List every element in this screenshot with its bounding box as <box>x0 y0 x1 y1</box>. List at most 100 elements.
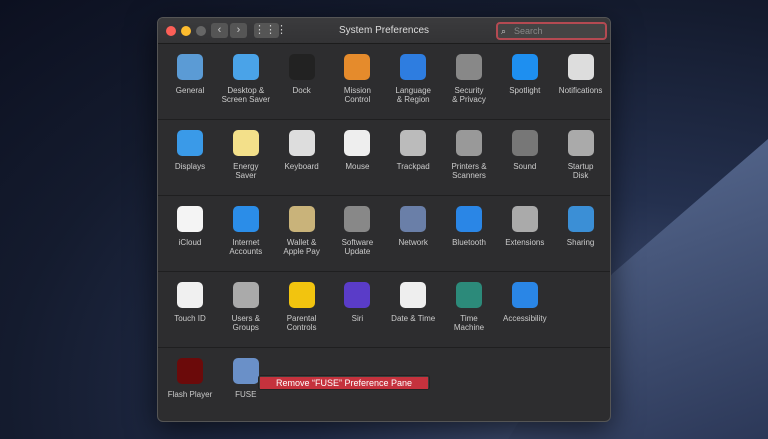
pane-displays[interactable]: Displays <box>162 130 218 171</box>
network-icon <box>400 206 427 232</box>
pane-label: Software Update <box>341 238 374 256</box>
pane-label: Dock <box>292 86 311 95</box>
search-placeholder: Search <box>514 26 543 36</box>
sharing-icon <box>567 206 594 232</box>
pane-time-machine[interactable]: Time Machine <box>441 282 497 332</box>
keyboard-icon <box>288 130 315 156</box>
pane-bluetooth[interactable]: Bluetooth <box>441 206 497 247</box>
pane-printers-scanners[interactable]: Printers & Scanners <box>441 130 497 180</box>
dock-icon <box>288 54 315 80</box>
pane-label: Mission Control <box>343 86 371 104</box>
pane-network[interactable]: Network <box>385 206 441 247</box>
pane-label: iCloud <box>178 238 202 247</box>
security-privacy-icon <box>456 54 482 80</box>
pane-mission-control[interactable]: Mission Control <box>329 54 385 104</box>
pane-label: Security & Privacy <box>452 86 486 104</box>
touch-id-icon <box>177 282 203 308</box>
trackpad-icon <box>400 130 427 156</box>
icloud-icon <box>177 206 203 232</box>
pane-label: Notifications <box>558 86 603 95</box>
startup-disk-icon <box>567 130 594 156</box>
displays-icon <box>177 130 203 156</box>
mouse-icon <box>344 130 371 156</box>
bluetooth-icon <box>456 206 482 232</box>
pane-desktop-screen-saver[interactable]: Desktop & Screen Saver <box>218 54 274 104</box>
pane-label: Displays <box>174 162 206 171</box>
pane-sharing[interactable]: Sharing <box>553 206 609 247</box>
pane-label: Flash Player <box>167 390 213 399</box>
pane-keyboard[interactable]: Keyboard <box>274 130 330 171</box>
users-groups-icon <box>232 282 259 308</box>
system-preferences-window: ‹ › ⋮⋮⋮ System Preferences ⌕ Search Gener… <box>157 17 611 422</box>
pane-label: Trackpad <box>396 162 430 171</box>
pane-label: Time Machine <box>453 314 485 332</box>
pane-label: Accessibility <box>503 314 547 323</box>
title-bar: ‹ › ⋮⋮⋮ System Preferences ⌕ Search <box>158 18 610 44</box>
fuse-icon <box>232 358 259 384</box>
date-time-icon <box>400 282 427 308</box>
pane-energy-saver[interactable]: Energy Saver <box>218 130 274 180</box>
pane-label: Wallet & Apple Pay <box>283 238 320 256</box>
pane-row: Touch ID Users & Groups Parental Controls S… <box>158 272 610 348</box>
pane-notifications[interactable]: Notifications <box>553 54 609 95</box>
siri-icon <box>344 282 371 308</box>
pane-wallet-apple-pay[interactable]: Wallet & Apple Pay <box>274 206 330 256</box>
pane-label: Internet Accounts <box>229 238 263 256</box>
software-update-icon <box>344 206 371 232</box>
pane-label: Language & Region <box>395 86 431 104</box>
time-machine-icon <box>456 282 482 308</box>
search-icon: ⌕ <box>501 26 507 36</box>
notifications-icon <box>567 54 594 80</box>
pane-label: Energy Saver <box>233 162 259 180</box>
pane-label: Sound <box>513 162 537 171</box>
pane-label: Printers & Scanners <box>451 162 487 180</box>
printers-scanners-icon <box>456 130 482 156</box>
pane-dock[interactable]: Dock <box>274 54 330 95</box>
pane-mouse[interactable]: Mouse <box>329 130 385 171</box>
internet-accounts-icon <box>232 206 259 232</box>
pane-row: General Desktop & Screen Saver Dock Mission… <box>158 44 610 120</box>
pane-label: Date & Time <box>391 314 436 323</box>
pane-security-privacy[interactable]: Security & Privacy <box>441 54 497 104</box>
pane-flash-player[interactable]: Flash Player <box>162 358 218 399</box>
general-icon <box>177 54 203 80</box>
search-input[interactable]: ⌕ Search <box>496 22 607 40</box>
pane-language-region[interactable]: Language & Region <box>385 54 441 104</box>
pane-icloud[interactable]: iCloud <box>162 206 218 247</box>
pane-date-time[interactable]: Date & Time <box>385 282 441 323</box>
sound-icon <box>511 130 538 156</box>
pane-parental-controls[interactable]: Parental Controls <box>274 282 330 332</box>
pane-trackpad[interactable]: Trackpad <box>385 130 441 171</box>
spotlight-icon <box>511 54 538 80</box>
pane-label: Siri <box>351 314 364 323</box>
mission-control-icon <box>344 54 371 80</box>
pane-label: Mouse <box>345 162 370 171</box>
pane-internet-accounts[interactable]: Internet Accounts <box>218 206 274 256</box>
accessibility-icon <box>511 282 538 308</box>
remove-pane-menu-item[interactable]: Remove “FUSE” Preference Pane <box>260 377 428 389</box>
context-menu: Remove “FUSE” Preference Pane <box>258 375 430 390</box>
pane-spotlight[interactable]: Spotlight <box>497 54 553 95</box>
energy-saver-icon <box>232 130 259 156</box>
pane-general[interactable]: General <box>162 54 218 95</box>
pane-startup-disk[interactable]: Startup Disk <box>553 130 609 180</box>
pane-label: Network <box>398 238 428 247</box>
pane-accessibility[interactable]: Accessibility <box>497 282 553 323</box>
pane-sound[interactable]: Sound <box>497 130 553 171</box>
pane-label: Parental Controls <box>286 314 317 332</box>
pane-software-update[interactable]: Software Update <box>329 206 385 256</box>
flash-player-icon <box>177 358 203 384</box>
pane-touch-id[interactable]: Touch ID <box>162 282 218 323</box>
pane-label: Touch ID <box>174 314 206 323</box>
pane-label: Desktop & Screen Saver <box>221 86 271 104</box>
extensions-icon <box>511 206 538 232</box>
pane-label: Spotlight <box>509 86 541 95</box>
pane-siri[interactable]: Siri <box>329 282 385 323</box>
pane-label: General <box>175 86 205 95</box>
pane-users-groups[interactable]: Users & Groups <box>218 282 274 332</box>
pane-row: iCloud Internet Accounts Wallet & Apple Pa… <box>158 196 610 272</box>
pane-label: Users & Groups <box>231 314 261 332</box>
desktop-screen-saver-icon <box>232 54 259 80</box>
pane-extensions[interactable]: Extensions <box>497 206 553 247</box>
pane-label: Sharing <box>566 238 595 247</box>
